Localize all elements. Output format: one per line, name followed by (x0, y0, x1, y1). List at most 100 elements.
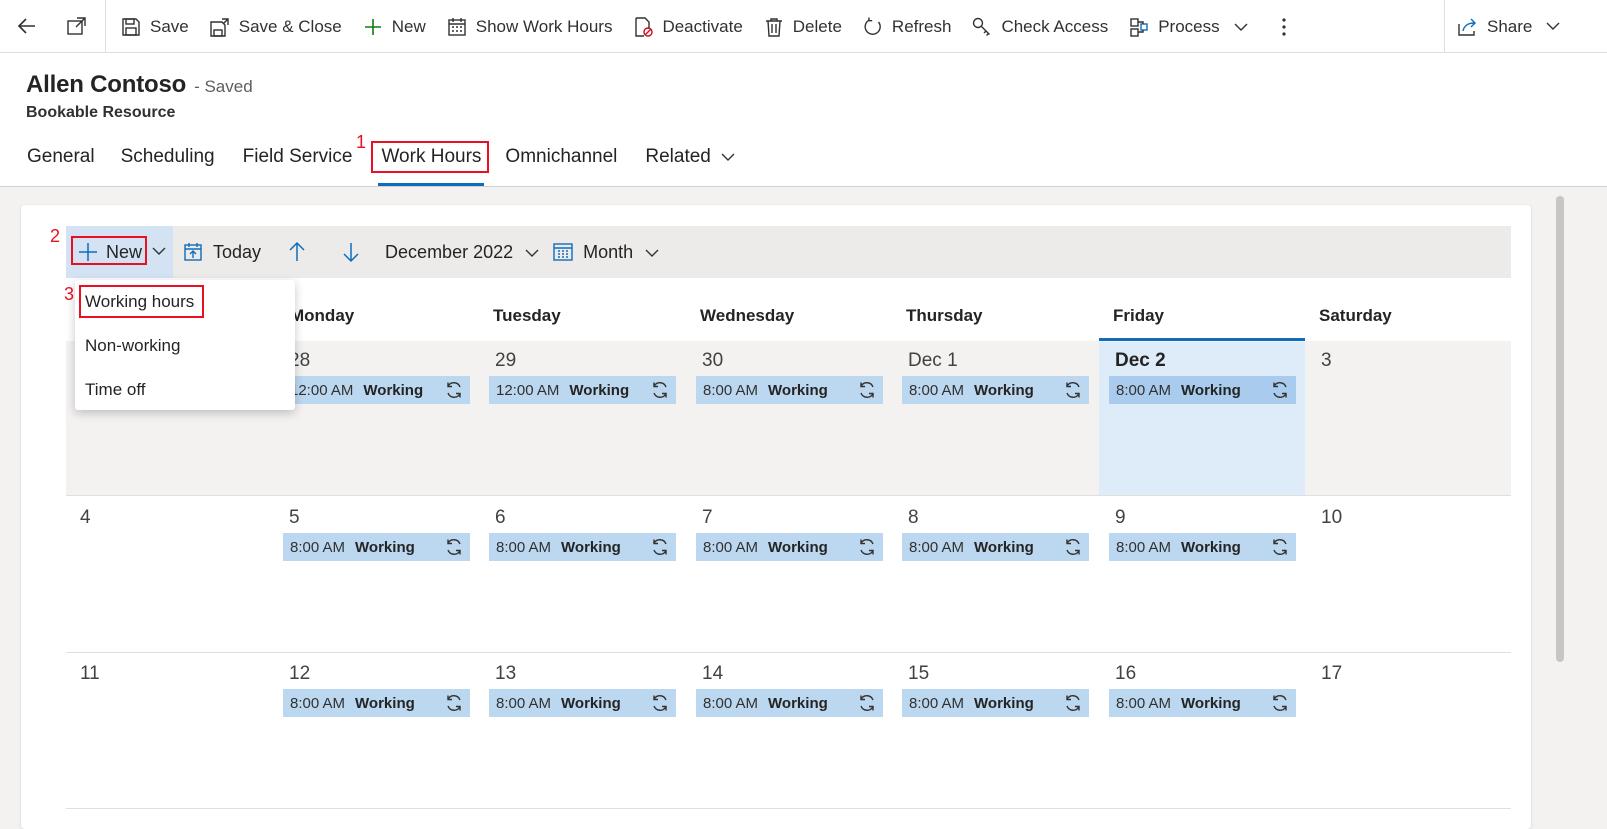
event-time: 8:00 AM (909, 381, 965, 399)
annotation-box-new (71, 236, 147, 265)
day-number[interactable]: 10 (1321, 507, 1342, 529)
day-number[interactable]: 17 (1321, 663, 1342, 685)
event-status: Working (768, 694, 828, 712)
share-button[interactable]: Share (1444, 0, 1607, 53)
open-in-new-window-button[interactable] (56, 8, 98, 44)
record-name: Allen Contoso (26, 71, 187, 98)
recurrence-icon (650, 380, 670, 400)
back-arrow-icon (17, 18, 35, 34)
day-number[interactable]: 13 (495, 663, 516, 685)
work-hours-event[interactable]: 8:00 AM Working (902, 689, 1089, 717)
recurrence-icon (444, 380, 464, 400)
more-commands-button[interactable] (1266, 7, 1302, 47)
chevron-down-icon (525, 242, 539, 263)
tab-general[interactable]: General (16, 136, 106, 186)
tab-omnichannel[interactable]: Omnichannel (494, 136, 628, 186)
day-number[interactable]: 14 (702, 663, 723, 685)
day-number[interactable]: 29 (495, 350, 516, 372)
tab-field-service[interactable]: Field Service (232, 136, 364, 186)
event-status: Working (1181, 694, 1241, 712)
save-button[interactable]: Save (110, 7, 199, 47)
view-picker[interactable]: Month (553, 226, 659, 278)
delete-button[interactable]: Delete (753, 7, 852, 47)
event-status: Working (974, 538, 1034, 556)
week-divider (66, 495, 1511, 496)
day-number[interactable]: 30 (702, 350, 723, 372)
recurrence-icon (1270, 693, 1290, 713)
day-number[interactable]: 16 (1115, 663, 1136, 685)
work-hours-event[interactable]: 12:00 AM Working (283, 376, 470, 404)
work-hours-event[interactable]: 8:00 AM Working (1109, 533, 1296, 561)
process-button[interactable]: Process (1118, 7, 1257, 47)
day-number[interactable]: 12 (289, 663, 310, 685)
save-and-close-button[interactable]: Save & Close (199, 7, 352, 47)
arrow-up-icon (289, 241, 305, 261)
day-number[interactable]: 15 (908, 663, 929, 685)
work-hours-event[interactable]: 8:00 AM Working (1109, 689, 1296, 717)
period-picker[interactable]: December 2022 (385, 242, 539, 263)
command-bar: Save Save & Close New Show Work Hours De… (0, 0, 1607, 53)
day-number[interactable]: 9 (1115, 507, 1126, 529)
recurrence-icon (1063, 693, 1083, 713)
previous-period-button[interactable] (275, 226, 319, 278)
tab-label: Related (645, 146, 711, 168)
work-hours-event[interactable]: 12:00 AM Working (489, 376, 676, 404)
work-hours-event[interactable]: 8:00 AM Working (489, 689, 676, 717)
share-label: Share (1487, 16, 1533, 36)
work-hours-event[interactable]: 8:00 AM Working (489, 533, 676, 561)
today-button[interactable]: Today (183, 226, 261, 278)
day-number[interactable]: 5 (289, 507, 300, 529)
recurrence-icon (1270, 380, 1290, 400)
share-icon (1458, 18, 1476, 36)
check-access-button[interactable]: Check Access (961, 7, 1118, 47)
popout-icon (67, 17, 86, 35)
new-button[interactable]: New (352, 7, 436, 47)
recurrence-icon (857, 693, 877, 713)
recurrence-icon (857, 537, 877, 557)
tab-label: General (27, 146, 95, 167)
menu-item-time-off[interactable]: Time off (85, 380, 145, 400)
day-number[interactable]: 4 (80, 507, 91, 529)
day-number[interactable]: 3 (1321, 350, 1332, 372)
work-hours-event[interactable]: 8:00 AM Working (696, 376, 883, 404)
view-label: Month (583, 241, 634, 262)
day-number[interactable]: 6 (495, 507, 506, 529)
event-time: 8:00 AM (703, 381, 759, 399)
work-hours-event[interactable]: 8:00 AM Working (283, 533, 470, 561)
event-status: Working (569, 381, 630, 399)
plus-icon (362, 16, 384, 38)
day-number[interactable]: 11 (80, 663, 100, 685)
menu-item-non-working[interactable]: Non-working (85, 336, 180, 356)
week-divider (66, 652, 1511, 653)
next-period-button[interactable] (329, 226, 373, 278)
work-hours-event[interactable]: 8:00 AM Working (902, 376, 1089, 404)
work-hours-event[interactable]: 8:00 AM Working (1109, 376, 1296, 404)
event-status: Working (1181, 538, 1241, 556)
recurrence-icon (1063, 537, 1083, 557)
record-title: Allen Contoso - Saved (26, 71, 253, 99)
day-number[interactable]: Dec 1 (908, 350, 958, 372)
work-hours-event[interactable]: 8:00 AM Working (696, 689, 883, 717)
work-hours-event[interactable]: 8:00 AM Working (696, 533, 883, 561)
vertical-scrollbar[interactable] (1556, 196, 1564, 662)
day-number[interactable]: 7 (702, 507, 713, 529)
event-status: Working (768, 381, 828, 399)
back-button[interactable] (6, 8, 48, 44)
refresh-button[interactable]: Refresh (852, 7, 962, 47)
work-hours-event[interactable]: 8:00 AM Working (283, 689, 470, 717)
show-work-hours-button[interactable]: Show Work Hours (436, 7, 623, 47)
work-hours-event[interactable]: 8:00 AM Working (902, 533, 1089, 561)
week-divider (66, 808, 1511, 809)
deactivate-icon (632, 16, 654, 38)
day-number[interactable]: 8 (908, 507, 919, 529)
deactivate-button[interactable]: Deactivate (622, 7, 752, 47)
period-label: December 2022 (385, 241, 514, 262)
day-number[interactable]: Dec 2 (1115, 350, 1166, 372)
tab-related[interactable]: Related (634, 136, 746, 186)
chevron-down-icon (721, 146, 735, 168)
event-status: Working (355, 538, 415, 556)
tab-scheduling[interactable]: Scheduling (110, 136, 226, 186)
show-work-hours-label: Show Work Hours (475, 16, 613, 36)
day-header-thursday: Thursday (906, 306, 983, 325)
annotation-marker: 1 (356, 132, 367, 152)
